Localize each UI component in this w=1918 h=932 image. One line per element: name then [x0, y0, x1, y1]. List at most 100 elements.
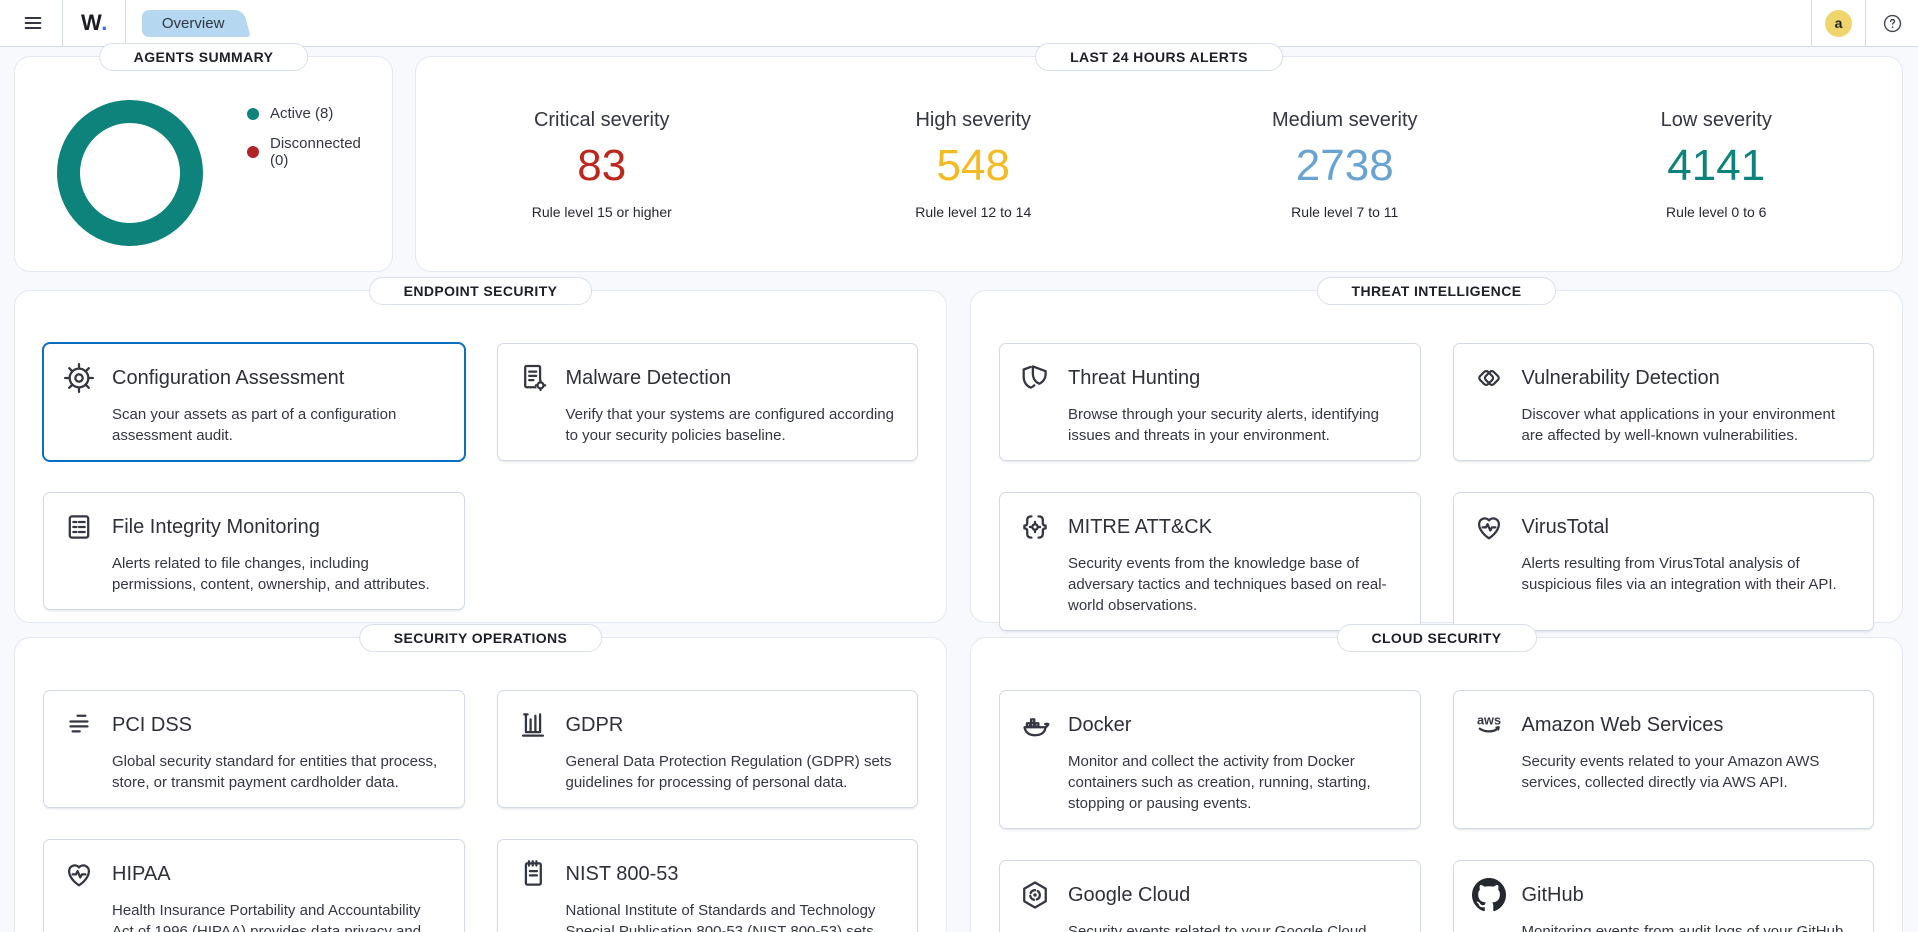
- braces-target-icon: [1017, 509, 1053, 545]
- card-vulnerability-detection[interactable]: Vulnerability Detection Discover what ap…: [1453, 343, 1875, 461]
- card-title: Vulnerability Detection: [1522, 367, 1854, 390]
- card-file-integrity-monitoring[interactable]: File Integrity Monitoring Alerts related…: [43, 492, 465, 610]
- card-description: Monitor and collect the activity from Do…: [1068, 751, 1400, 814]
- card-description: National Institute of Standards and Tech…: [566, 900, 898, 932]
- card-title: MITRE ATT&CK: [1068, 516, 1400, 539]
- docker-whale-icon: [1017, 707, 1053, 743]
- user-avatar[interactable]: a: [1825, 10, 1852, 37]
- legend-item-active[interactable]: Active (8): [247, 105, 374, 122]
- page-content: AGENTS SUMMARY Active (8) Disconnected (…: [0, 47, 1918, 932]
- cloud-security-section: CLOUD SECURITY Docker Monitor and collec…: [970, 637, 1903, 932]
- card-description: Scan your assets as part of a configurat…: [112, 404, 444, 446]
- gear-icon: [61, 360, 97, 396]
- card-title: Threat Hunting: [1068, 367, 1400, 390]
- alert-value[interactable]: 83: [577, 144, 626, 188]
- legend-dot: [247, 108, 259, 120]
- card-nist-800-53[interactable]: NIST 800-53 National Institute of Standa…: [497, 839, 919, 932]
- alert-stat-low: Low severity 4141 Rule level 0 to 6: [1531, 57, 1903, 271]
- card-threat-hunting[interactable]: Threat Hunting Browse through your secur…: [999, 343, 1421, 461]
- card-description: Health Insurance Portability and Account…: [112, 900, 444, 932]
- legend-dot: [247, 146, 259, 158]
- align-bars-icon: [61, 707, 97, 743]
- alert-stat-medium: Medium severity 2738 Rule level 7 to 11: [1159, 57, 1531, 271]
- topbar-divider: [1811, 0, 1812, 46]
- alert-rule: Rule level 15 or higher: [532, 204, 672, 220]
- card-description: General Data Protection Regulation (GDPR…: [566, 751, 898, 793]
- alert-title: High severity: [915, 109, 1031, 132]
- app-logo[interactable]: W.: [81, 10, 107, 36]
- agents-donut-chart: [57, 100, 203, 246]
- alert-title: Low severity: [1661, 109, 1772, 132]
- file-list-icon: [61, 509, 97, 545]
- card-virustotal[interactable]: VirusTotal Alerts resulting from VirusTo…: [1453, 492, 1875, 631]
- card-github[interactable]: GitHub Monitoring events from audit logs…: [1453, 860, 1875, 932]
- card-title: Google Cloud: [1068, 884, 1400, 907]
- alert-stat-high: High severity 548 Rule level 12 to 14: [788, 57, 1160, 271]
- card-docker[interactable]: Docker Monitor and collect the activity …: [999, 690, 1421, 829]
- help-button[interactable]: [1879, 12, 1906, 35]
- legend-item-disconnected[interactable]: Disconnected (0): [247, 135, 374, 169]
- aws-logo-icon: aws: [1471, 707, 1507, 743]
- card-title: Docker: [1068, 714, 1400, 737]
- card-description: Verify that your systems are configured …: [566, 404, 898, 446]
- card-amazon-web-services[interactable]: aws Amazon Web Services Security events …: [1453, 690, 1875, 829]
- tab-overview[interactable]: Overview: [142, 10, 239, 37]
- topbar-divider: [125, 0, 126, 46]
- card-title: Malware Detection: [566, 367, 898, 390]
- svg-text:aws: aws: [1476, 712, 1500, 727]
- topbar-right: a: [1811, 0, 1906, 46]
- cloud-security-label: CLOUD SECURITY: [1336, 624, 1536, 652]
- shield-icon: [1017, 360, 1053, 396]
- threat-intelligence-label: THREAT INTELLIGENCE: [1317, 277, 1557, 305]
- card-description: Browse through your security alerts, ide…: [1068, 404, 1400, 446]
- card-description: Security events related to your Google C…: [1068, 921, 1400, 932]
- card-description: Global security standard for entities th…: [112, 751, 444, 793]
- agents-legend: Active (8) Disconnected (0): [247, 105, 374, 246]
- alerts-panel-label: LAST 24 HOURS ALERTS: [1035, 43, 1283, 71]
- hexagon-target-icon: [1017, 877, 1053, 913]
- card-description: Alerts resulting from VirusTotal analysi…: [1522, 553, 1854, 595]
- alert-rule: Rule level 0 to 6: [1666, 204, 1766, 220]
- logo-text: W: [81, 10, 101, 36]
- menu-button[interactable]: [12, 6, 54, 40]
- hamburger-icon: [22, 12, 44, 34]
- card-gdpr[interactable]: GDPR General Data Protection Regulation …: [497, 690, 919, 808]
- security-operations-section: SECURITY OPERATIONS PCI DSS Global secur…: [14, 637, 947, 932]
- alert-value[interactable]: 2738: [1296, 144, 1394, 188]
- card-title: File Integrity Monitoring: [112, 516, 444, 539]
- card-title: GDPR: [566, 714, 898, 737]
- card-title: GitHub: [1522, 884, 1854, 907]
- last-24-hours-alerts-panel: LAST 24 HOURS ALERTS Critical severity 8…: [415, 56, 1903, 272]
- topbar-divider: [1865, 0, 1866, 46]
- legend-label: Active (8): [270, 105, 333, 122]
- card-description: Monitoring events from audit logs of you…: [1522, 921, 1854, 932]
- logo-dot: .: [101, 10, 107, 36]
- alert-title: Critical severity: [534, 109, 670, 132]
- card-title: NIST 800-53: [566, 863, 898, 886]
- endpoint-security-label: ENDPOINT SECURITY: [369, 277, 593, 305]
- wazuh-overview-screen: W. Overview a AGENTS SUMMARY: [0, 0, 1918, 932]
- agents-summary-panel: AGENTS SUMMARY Active (8) Disconnected (…: [14, 56, 393, 272]
- top-bar: W. Overview a: [0, 0, 1918, 47]
- card-pci-dss[interactable]: PCI DSS Global security standard for ent…: [43, 690, 465, 808]
- card-mitre-attack[interactable]: MITRE ATT&CK Security events from the kn…: [999, 492, 1421, 631]
- card-malware-detection[interactable]: Malware Detection Verify that your syste…: [497, 343, 919, 461]
- overlapping-diamonds-icon: [1471, 360, 1507, 396]
- threat-intelligence-section: THREAT INTELLIGENCE Threat Hunting Brows…: [970, 290, 1903, 623]
- card-title: PCI DSS: [112, 714, 444, 737]
- heart-pulse-icon: [1471, 509, 1507, 545]
- card-configuration-assessment[interactable]: Configuration Assessment Scan your asset…: [43, 343, 465, 461]
- document-gear-icon: [515, 360, 551, 396]
- agents-summary-label: AGENTS SUMMARY: [99, 43, 309, 71]
- card-hipaa[interactable]: HIPAA Health Insurance Portability and A…: [43, 839, 465, 932]
- bar-chart-box-icon: [515, 707, 551, 743]
- question-circle-icon: [1883, 14, 1902, 33]
- card-description: Security events from the knowledge base …: [1068, 553, 1400, 616]
- alert-value[interactable]: 4141: [1667, 144, 1765, 188]
- tab-label: Overview: [162, 15, 225, 32]
- alert-value[interactable]: 548: [937, 144, 1010, 188]
- alert-rule: Rule level 12 to 14: [915, 204, 1031, 220]
- card-description: Alerts related to file changes, includin…: [112, 553, 444, 595]
- card-google-cloud[interactable]: Google Cloud Security events related to …: [999, 860, 1421, 932]
- alert-stat-critical: Critical severity 83 Rule level 15 or hi…: [416, 57, 788, 271]
